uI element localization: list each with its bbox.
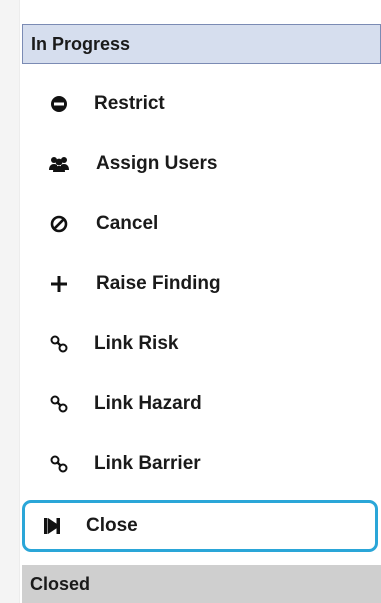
menu-item-label: Link Risk xyxy=(94,333,179,354)
step-forward-icon xyxy=(41,515,63,537)
link-icon xyxy=(48,453,70,475)
menu-item-label: Raise Finding xyxy=(96,273,221,294)
menu-item-label: Restrict xyxy=(94,93,165,114)
plus-icon xyxy=(48,273,70,295)
menu-item-restrict[interactable]: Restrict xyxy=(22,74,381,134)
menu-item-label: Link Barrier xyxy=(94,453,201,474)
menu-item-label: Assign Users xyxy=(96,153,218,174)
minus-circle-icon xyxy=(48,93,70,115)
link-icon xyxy=(48,393,70,415)
users-icon xyxy=(48,153,70,175)
menu-item-label: Cancel xyxy=(96,213,159,234)
menu-item-label: Link Hazard xyxy=(94,393,202,414)
ban-icon xyxy=(48,213,70,235)
menu-item-link-hazard[interactable]: Link Hazard xyxy=(22,374,381,434)
action-menu: Restrict Assign Users Cancel Raise Findi… xyxy=(22,74,381,552)
menu-item-assign-users[interactable]: Assign Users xyxy=(22,134,381,194)
menu-item-close[interactable]: Close xyxy=(22,500,378,552)
link-icon xyxy=(48,333,70,355)
workflow-actions-panel: In Progress Restrict Assign Users Cancel… xyxy=(22,0,381,603)
left-gutter xyxy=(0,0,20,603)
menu-item-raise-finding[interactable]: Raise Finding xyxy=(22,254,381,314)
section-header-in-progress: In Progress xyxy=(22,24,381,64)
menu-item-label: Close xyxy=(86,515,138,536)
section-header-closed: Closed xyxy=(22,565,381,603)
menu-item-cancel[interactable]: Cancel xyxy=(22,194,381,254)
menu-item-link-risk[interactable]: Link Risk xyxy=(22,314,381,374)
menu-item-link-barrier[interactable]: Link Barrier xyxy=(22,434,381,494)
